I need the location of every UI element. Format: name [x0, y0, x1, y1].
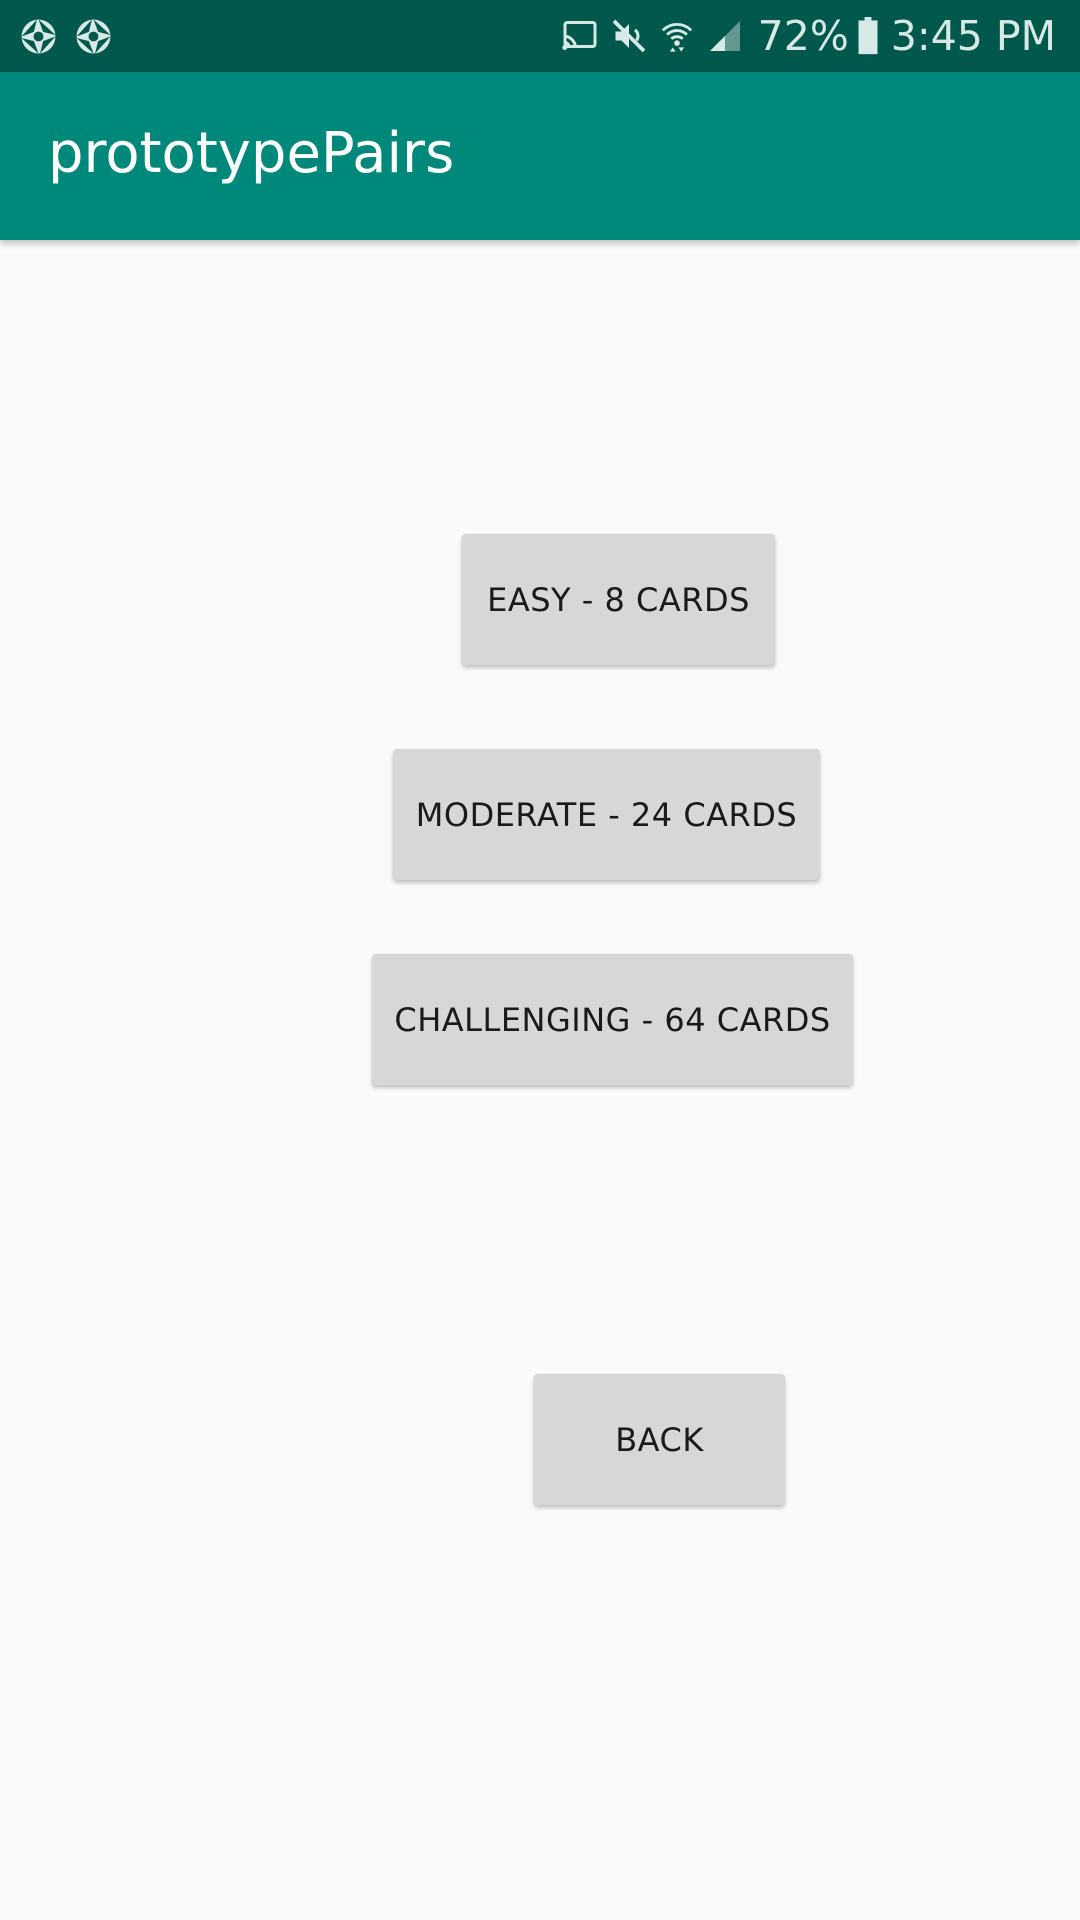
easy-difficulty-button[interactable]: EASY - 8 CARDS — [462, 534, 775, 665]
status-clock: 3:45 PM — [890, 12, 1056, 60]
mute-icon — [610, 18, 648, 54]
cast-icon — [561, 21, 598, 51]
shutter-icon — [75, 18, 112, 55]
battery-icon — [857, 17, 879, 55]
signal-icon — [706, 18, 744, 54]
battery-percent: 72% — [757, 12, 849, 60]
shutter-icon — [20, 18, 57, 55]
app-bar: prototypePairs — [0, 72, 1080, 240]
status-notification-icons — [20, 18, 112, 55]
app-title: prototypePairs — [48, 121, 455, 186]
wifi-icon — [660, 17, 694, 55]
challenging-difficulty-button[interactable]: CHALLENGING - 64 CARDS — [372, 954, 853, 1085]
status-bar: 72% 3:45 PM — [0, 0, 1080, 72]
back-button[interactable]: BACK — [534, 1374, 785, 1505]
moderate-difficulty-button[interactable]: MODERATE - 24 CARDS — [393, 749, 820, 880]
status-system-icons: 72% 3:45 PM — [550, 0, 1056, 72]
